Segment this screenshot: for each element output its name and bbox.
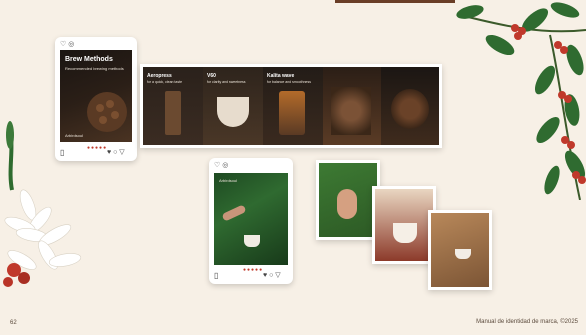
share-icon[interactable]: ▽ xyxy=(275,272,280,279)
v60-photo xyxy=(217,97,249,127)
post-actions: ♥ ○ ▽ xyxy=(107,148,125,156)
slide-subtitle: for a quick, clean taste xyxy=(147,80,183,84)
carousel-dots: ●●●●● xyxy=(87,145,108,151)
photo-card-pour xyxy=(372,186,436,264)
footer-caption: Manual de identidad de marca, ©2025 xyxy=(476,319,578,325)
comment-icon[interactable]: ○ xyxy=(269,272,273,279)
heart-outline-icon[interactable]: ♡ xyxy=(60,41,66,48)
coffee-branch-illustration xyxy=(456,2,586,200)
presentation-page: ♡ ◎ Brew Methods Recommended brewing met… xyxy=(0,0,586,335)
post-header-icons: ♡ ◎ xyxy=(214,161,228,169)
slide-subtitle: for clarity and sweetness xyxy=(207,80,246,84)
slide-title: Aeropress xyxy=(147,73,172,79)
slide-title: V60 xyxy=(207,73,216,79)
share-icon[interactable]: ▽ xyxy=(119,149,124,156)
cup-shape xyxy=(455,249,471,259)
cherry-hand-photo xyxy=(319,163,377,237)
roasted-beans-photo xyxy=(391,89,429,129)
coffee-pour-photo xyxy=(375,189,433,261)
instagram-post-mockup-carousel: ♡ ◎ Brew Methods Recommended brewing met… xyxy=(55,37,137,161)
photo-card-beans-bag xyxy=(428,210,492,290)
post-image-coffee-plant: Arbirdsoul xyxy=(214,173,288,265)
aeropress-photo xyxy=(165,91,181,135)
carousel-slide-aeropress: Aeropress for a quick, clean taste xyxy=(143,67,203,145)
heart-outline-icon[interactable]: ♡ xyxy=(214,162,220,169)
bookmark-icon[interactable]: ▯ xyxy=(214,271,218,280)
hand-photo xyxy=(221,204,247,222)
chat-outline-icon[interactable]: ◎ xyxy=(68,41,74,48)
bookmark-icon[interactable]: ▯ xyxy=(60,148,64,157)
instagram-post-mockup-single: ♡ ◎ Arbirdsoul ●●●●● ▯ ♥ ○ ▽ xyxy=(209,158,293,284)
hands-beans-photo xyxy=(331,87,371,135)
cover-brand: Arbirdsoul xyxy=(65,133,84,138)
carousel-dots: ●●●●● xyxy=(243,267,264,273)
cover-title: Brew Methods xyxy=(65,56,113,63)
post-brand: Arbirdsoul xyxy=(219,178,238,183)
top-strip xyxy=(335,0,455,3)
carousel-slide-beans xyxy=(323,67,381,145)
burlap-bag-photo xyxy=(431,213,489,287)
post-header-icons: ♡ ◎ xyxy=(60,40,74,48)
comment-icon[interactable]: ○ xyxy=(113,149,117,156)
hand-shape xyxy=(337,189,357,219)
heart-icon[interactable]: ♥ xyxy=(263,272,267,279)
carousel-cover-image: Brew Methods Recommended brewing methods… xyxy=(60,50,132,142)
carousel-slide-v60: V60 for clarity and sweetness xyxy=(203,67,263,145)
cup-shape xyxy=(393,223,417,243)
coffee-cup-photo xyxy=(244,235,260,247)
photo-card-coffee-cherry xyxy=(316,160,380,240)
slide-title: Kalita wave xyxy=(267,73,295,79)
chat-outline-icon[interactable]: ◎ xyxy=(222,162,228,169)
slide-subtitle: for balance and smoothness xyxy=(267,80,311,84)
post-actions: ♥ ○ ▽ xyxy=(263,271,281,279)
heart-icon[interactable]: ♥ xyxy=(107,149,111,156)
coffee-beans-photo xyxy=(87,92,127,132)
cover-subtitle: Recommended brewing methods xyxy=(65,66,124,71)
carousel-slide-roast xyxy=(381,67,439,145)
kalita-photo xyxy=(279,91,305,135)
carousel-slide-kalita: Kalita wave for balance and smoothness xyxy=(263,67,323,145)
carousel-strip: Aeropress for a quick, clean taste V60 f… xyxy=(140,64,442,148)
page-number: 62 xyxy=(10,320,17,326)
